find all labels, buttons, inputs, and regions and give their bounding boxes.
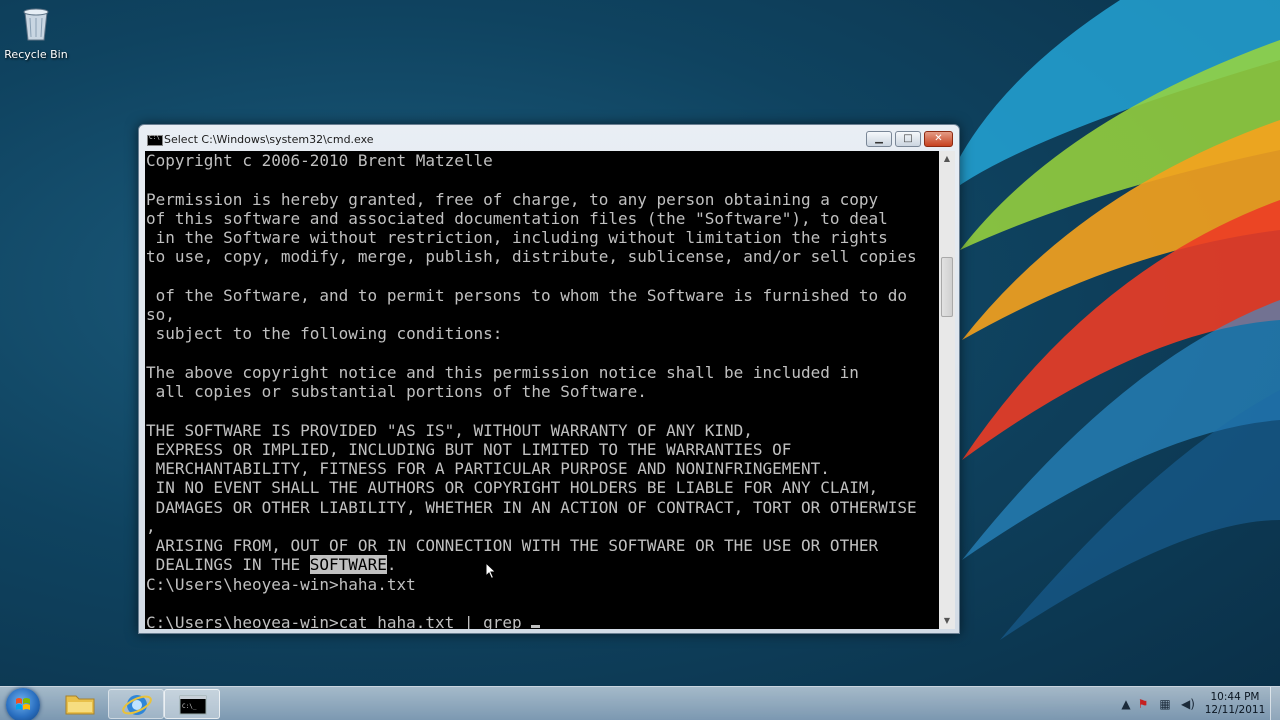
console-line: , <box>146 516 156 536</box>
console-line: DAMAGES OR OTHER LIABILITY, WHETHER IN A… <box>146 497 917 517</box>
svg-text:C:\_: C:\_ <box>182 703 197 710</box>
text-cursor <box>531 625 541 628</box>
clock[interactable]: 10:44 PM 12/11/2011 <box>1202 691 1268 717</box>
console-line: to use, copy, modify, merge, publish, di… <box>146 247 917 267</box>
recycle-bin-desktop-icon[interactable]: Recycle Bin <box>4 4 68 61</box>
show-desktop-button[interactable] <box>1270 687 1280 720</box>
prompt-line: C:\Users\heoyea-win>haha.txt <box>146 574 416 594</box>
console-line: THE SOFTWARE IS PROVIDED "AS IS", WITHOU… <box>146 420 753 440</box>
taskbar-internet-explorer-button[interactable] <box>108 689 164 719</box>
cmd-app-icon <box>147 134 163 146</box>
windows-logo-icon <box>16 698 30 710</box>
recycle-bin-icon <box>23 8 49 41</box>
taskbar-explorer-button[interactable] <box>52 689 108 719</box>
window-title: Select C:\Windows\system32\cmd.exe <box>164 133 374 146</box>
console-line: so, <box>146 305 175 324</box>
command-prompt-icon: C:\_ <box>179 695 207 715</box>
console-line: in the Software without restriction, inc… <box>146 228 888 247</box>
start-button[interactable] <box>6 688 40 720</box>
internet-explorer-icon <box>122 695 152 715</box>
console-line: IN NO EVENT SHALL THE AUTHORS OR COPYRIG… <box>146 478 879 498</box>
recycle-bin-label: Recycle Bin <box>4 48 68 61</box>
close-button[interactable]: ✕ <box>924 131 953 147</box>
command-input-line[interactable]: C:\Users\heoyea-win>cat haha.txt | grep <box>146 613 531 629</box>
console-line-prefix: DEALINGS IN THE <box>146 555 310 575</box>
console-output[interactable]: Copyright c 2006-2010 Brent Matzelle Per… <box>145 151 939 629</box>
title-bar[interactable]: Select C:\Windows\system32\cmd.exe ▁ □ ✕ <box>139 125 959 151</box>
console-text[interactable]: Copyright c 2006-2010 Brent Matzelle Per… <box>145 151 939 629</box>
console-line: MERCHANTABILITY, FITNESS FOR A PARTICULA… <box>146 459 830 478</box>
scroll-up-arrow-icon[interactable]: ▲ <box>939 151 955 167</box>
console-line: The above copyright notice and this perm… <box>146 362 859 382</box>
console-line: of this software and associated document… <box>146 208 888 228</box>
minimize-button[interactable]: ▁ <box>866 131 892 147</box>
console-line: all copies or substantial portions of th… <box>146 382 647 401</box>
mouse-pointer-icon <box>485 562 497 580</box>
desktop: Recycle Bin Select C:\Windows\system32\c… <box>0 0 1280 720</box>
taskbar-cmd-button[interactable]: C:\_ <box>164 689 220 719</box>
console-line: Permission is hereby granted, free of ch… <box>146 189 879 209</box>
console-line: EXPRESS OR IMPLIED, INCLUDING BUT NOT LI… <box>146 439 792 459</box>
console-line: ARISING FROM, OUT OF OR IN CONNECTION WI… <box>146 536 879 555</box>
chevron-up-icon[interactable]: ▲ <box>1118 696 1134 712</box>
scroll-down-arrow-icon[interactable]: ▼ <box>939 613 955 629</box>
console-line-suffix: . <box>386 555 397 575</box>
action-center-flag-icon[interactable]: ⚑ <box>1135 696 1151 712</box>
vertical-scrollbar[interactable]: ▲ ▼ <box>939 151 955 629</box>
volume-icon[interactable]: ◀) <box>1180 696 1196 712</box>
maximize-button[interactable]: □ <box>895 131 921 147</box>
clock-date: 12/11/2011 <box>1204 704 1266 716</box>
console-line: Copyright c 2006-2010 Brent Matzelle <box>146 151 493 170</box>
console-line: of the Software, and to permit persons t… <box>146 285 907 305</box>
console-line: subject to the following conditions: <box>146 324 503 344</box>
clock-time: 10:44 PM <box>1210 691 1260 703</box>
taskbar: C:\_ ▲ ⚑ ▦ ◀) 10:44 PM 12/11/2011 <box>0 686 1280 720</box>
folder-icon <box>65 695 95 715</box>
scrollbar-thumb[interactable] <box>941 257 953 317</box>
selected-text-highlight[interactable]: SOFTWARE <box>309 555 387 575</box>
cmd-window[interactable]: Select C:\Windows\system32\cmd.exe ▁ □ ✕… <box>138 124 960 634</box>
network-icon[interactable]: ▦ <box>1157 696 1173 712</box>
